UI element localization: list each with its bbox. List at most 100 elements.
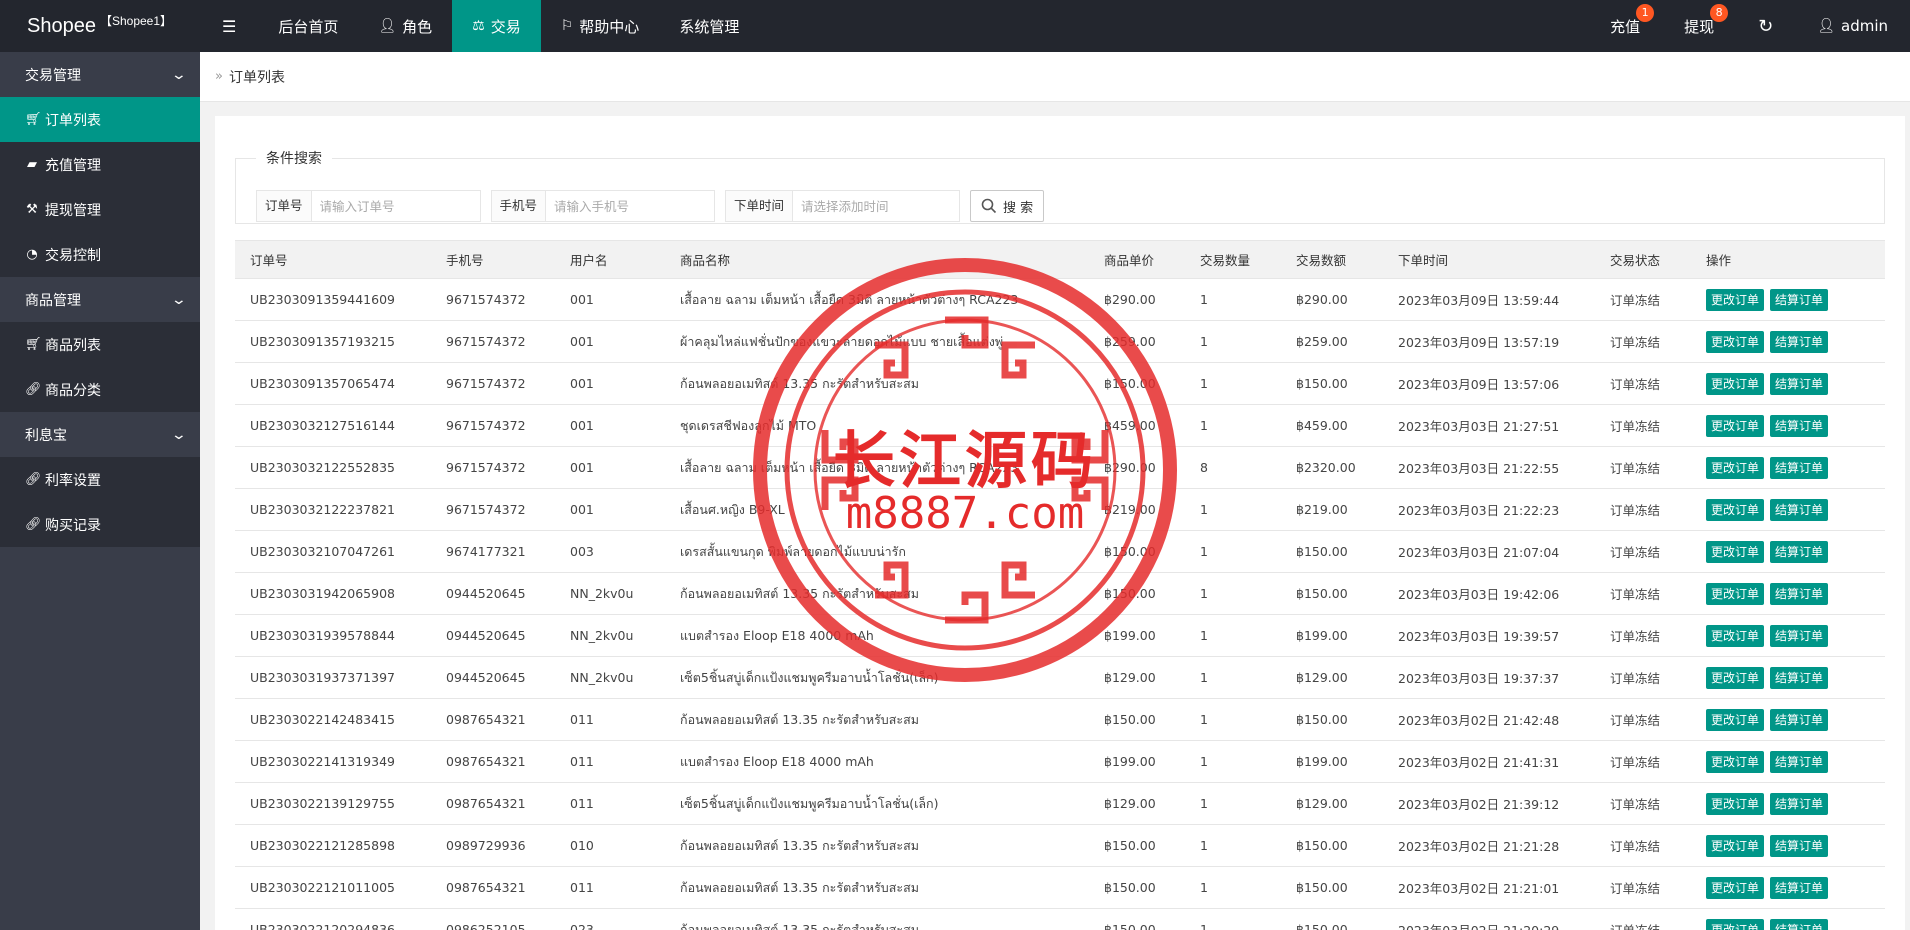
sidebar-item-recharge[interactable]: ▰ 充值管理 [0,142,200,187]
nav-help[interactable]: ⚐ 帮助中心 [541,0,660,52]
sidebar-item-goods-list[interactable]: 🛒︎ 商品列表 [0,322,200,367]
user-menu[interactable]: 👤︎ admin [1795,0,1910,52]
time-input[interactable] [793,191,960,221]
settle-order-button[interactable]: 结算订单 [1770,498,1829,521]
edit-order-button[interactable]: 更改订单 [1706,372,1765,395]
brand-name: Shopee [27,14,96,37]
cell-username: 001 [555,278,665,321]
settle-order-button[interactable]: 结算订单 [1770,666,1829,689]
recharge-button[interactable]: 充值 1 [1588,0,1662,52]
search-button[interactable]: 搜 索 [970,190,1045,222]
order-input[interactable] [311,191,480,221]
cell-order-no: UB2303031939578844 [235,614,431,657]
cell-amount: ฿150.00 [1281,530,1383,573]
cell-unit-price: ฿150.00 [1089,530,1185,573]
cell-quantity: 1 [1185,404,1281,447]
settle-order-button[interactable]: 结算订单 [1770,918,1829,930]
table-row: UB2303022121285898 0989729936 010 ก้อนพลอยอ… [235,824,1885,867]
cell-product-name: ก้อนพลอยอเมทิสต์ 13.35 กะรัตสำหรับสะสม [665,824,1089,867]
col-amount: 交易数额 [1281,240,1383,279]
sidebar-item-withdraw[interactable]: ⚒ 提现管理 [0,187,200,232]
col-product: 商品名称 [665,240,1089,279]
edit-order-button[interactable]: 更改订单 [1706,540,1765,563]
edit-order-button[interactable]: 更改订单 [1706,414,1765,437]
cell-phone: 0944520645 [431,614,555,657]
nav-system[interactable]: 系统管理 [659,0,759,52]
cell-order-time: 2023年03月03日 19:42:06 [1383,572,1595,615]
cell-actions: 更改订单 结算订单 [1691,656,1885,699]
phone-input[interactable] [546,191,715,221]
settle-order-button[interactable]: 结算订单 [1770,708,1829,731]
sidebar-item-orders[interactable]: 🛒︎ 订单列表 [0,97,200,142]
col-username: 用户名 [555,240,665,279]
cell-product-name: เซ็ต5ชิ้นสบู่เด็กแป้งแชมพูครีมอาบน้ำโลชั… [665,782,1089,825]
sidebar-item-rate-settings[interactable]: 🔗︎ 利率设置 [0,457,200,502]
cell-username: 001 [555,320,665,363]
edit-order-button[interactable]: 更改订单 [1706,876,1765,899]
chevron-down-icon: ⌄ [170,66,188,83]
settle-order-button[interactable]: 结算订单 [1770,456,1829,479]
cell-order-no: UB2303022139129755 [235,782,431,825]
nav-home[interactable]: 后台首页 [258,0,358,52]
edit-order-button[interactable]: 更改订单 [1706,750,1765,773]
edit-order-button[interactable]: 更改订单 [1706,666,1765,689]
nav-trade[interactable]: ⚖ 交易 [452,0,541,52]
settle-order-button[interactable]: 结算订单 [1770,792,1829,815]
settle-order-button[interactable]: 结算订单 [1770,750,1829,773]
order-field: 订单号 [256,190,481,222]
cell-amount: ฿150.00 [1281,824,1383,867]
edit-order-button[interactable]: 更改订单 [1706,330,1765,353]
settle-order-button[interactable]: 结算订单 [1770,624,1829,647]
sidebar-group-trade[interactable]: 交易管理 ⌄ [0,52,200,97]
settle-order-button[interactable]: 结算订单 [1770,540,1829,563]
cell-product-name: แบตสำรอง Eloop E18 4000 mAh [665,740,1089,783]
cell-status: 订单冻结 [1595,572,1691,615]
cell-unit-price: ฿199.00 [1089,614,1185,657]
right-nav: 充值 1 提现 8 ↻ 👤︎ admin [1588,0,1910,52]
breadcrumb: » 订单列表 [200,52,1910,102]
cell-actions: 更改订单 结算订单 [1691,362,1885,405]
edit-order-button[interactable]: 更改订单 [1706,624,1765,647]
sidebar-item-trade-control[interactable]: ◔ 交易控制 [0,232,200,277]
settle-order-button[interactable]: 结算订单 [1770,876,1829,899]
cell-unit-price: ฿459.00 [1089,404,1185,447]
edit-order-button[interactable]: 更改订单 [1706,498,1765,521]
sidebar-group-interest[interactable]: 利息宝 ⌄ [0,412,200,457]
settle-order-button[interactable]: 结算订单 [1770,582,1829,605]
col-phone: 手机号 [431,240,555,279]
table-row: UB2303022121011005 0987654321 011 ก้อนพลอยอ… [235,866,1885,909]
settle-order-button[interactable]: 结算订单 [1770,834,1829,857]
refresh-button[interactable]: ↻ [1736,0,1795,52]
cell-quantity: 1 [1185,530,1281,573]
cell-username: NN_2kv0u [555,656,665,699]
time-label: 下单时间 [726,191,794,221]
settle-order-button[interactable]: 结算订单 [1770,288,1829,311]
edit-order-button[interactable]: 更改订单 [1706,834,1765,857]
withdraw-button[interactable]: 提现 8 [1662,0,1736,52]
sidebar-item-goods-category[interactable]: 🔗︎ 商品分类 [0,367,200,412]
settle-order-button[interactable]: 结算订单 [1770,414,1829,437]
menu-toggle-icon[interactable]: ☰ [200,0,258,52]
sidebar-item-purchase-records[interactable]: 🔗︎ 购买记录 [0,502,200,547]
cell-status: 订单冻结 [1595,656,1691,699]
cell-order-time: 2023年03月03日 21:27:51 [1383,404,1595,447]
cell-unit-price: ฿290.00 [1089,446,1185,489]
settle-order-button[interactable]: 结算订单 [1770,372,1829,395]
edit-order-button[interactable]: 更改订单 [1706,708,1765,731]
cell-unit-price: ฿129.00 [1089,782,1185,825]
edit-order-button[interactable]: 更改订单 [1706,918,1765,930]
cell-quantity: 1 [1185,908,1281,930]
cell-unit-price: ฿150.00 [1089,572,1185,615]
nav-role[interactable]: 👤︎ 角色 [358,0,452,52]
sidebar-group-goods[interactable]: 商品管理 ⌄ [0,277,200,322]
cell-amount: ฿290.00 [1281,278,1383,321]
settle-order-button[interactable]: 结算订单 [1770,330,1829,353]
cell-order-no: UB2303091359441609 [235,278,431,321]
edit-order-button[interactable]: 更改订单 [1706,792,1765,815]
edit-order-button[interactable]: 更改订单 [1706,582,1765,605]
cell-order-no: UB2303032122552835 [235,446,431,489]
edit-order-button[interactable]: 更改订单 [1706,456,1765,479]
cell-status: 订单冻结 [1595,908,1691,930]
edit-order-button[interactable]: 更改订单 [1706,288,1765,311]
cell-status: 订单冻结 [1595,614,1691,657]
